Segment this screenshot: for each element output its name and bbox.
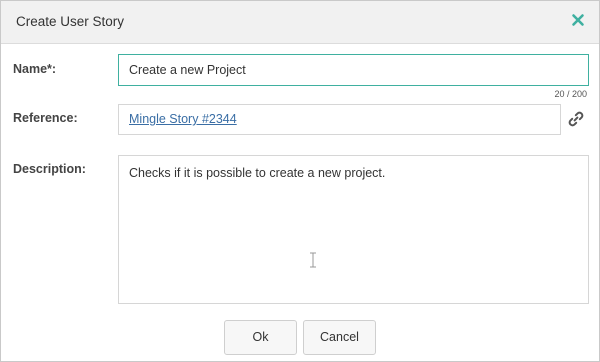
dialog-title: Create User Story bbox=[16, 14, 125, 29]
description-label: Description: bbox=[13, 162, 86, 176]
ok-button[interactable]: Ok bbox=[224, 320, 297, 355]
reference-field: Mingle Story #2344 bbox=[118, 104, 561, 135]
name-label: Name*: bbox=[13, 62, 57, 76]
text-cursor-icon bbox=[309, 252, 317, 268]
link-icon[interactable] bbox=[567, 110, 585, 128]
create-user-story-dialog: Create User Story Name*: 20 / 200 Refere… bbox=[0, 0, 600, 362]
reference-label: Reference: bbox=[13, 111, 78, 125]
name-char-counter: 20 / 200 bbox=[554, 89, 587, 99]
dialog-titlebar: Create User Story bbox=[1, 1, 599, 44]
description-textarea[interactable]: Checks if it is possible to create a new… bbox=[118, 155, 589, 304]
name-input[interactable] bbox=[118, 54, 589, 86]
cancel-button[interactable]: Cancel bbox=[303, 320, 376, 355]
close-icon[interactable] bbox=[568, 10, 588, 30]
reference-link[interactable]: Mingle Story #2344 bbox=[129, 112, 237, 126]
